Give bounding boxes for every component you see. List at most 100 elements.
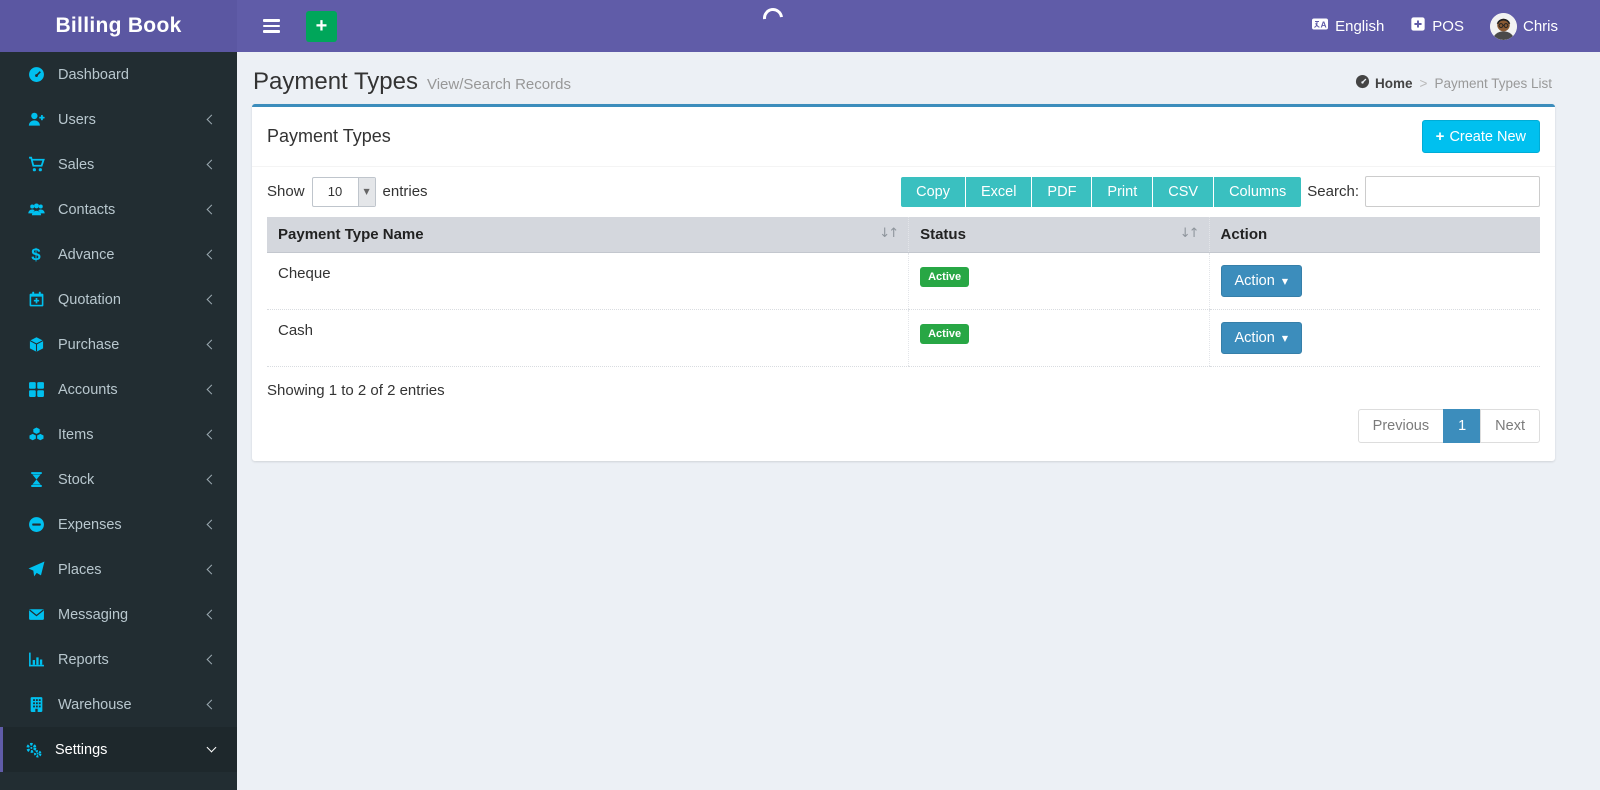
header-status[interactable]: Status ↓↑ <box>908 217 1210 253</box>
chevron-down-icon <box>206 742 217 753</box>
sidebar-item-dashboard[interactable]: Dashboard <box>0 52 237 97</box>
sidebar-item-stock[interactable]: Stock <box>0 457 237 502</box>
main-content: Payment Types View/Search Records Home >… <box>237 52 1600 790</box>
home-dashboard-icon <box>1355 74 1370 92</box>
svg-text:A: A <box>1321 19 1327 29</box>
panel-body: Show 10 ▼ entries Copy Excel PDF Print C… <box>252 167 1555 461</box>
sort-icon: ↓↑ <box>1179 226 1200 241</box>
caret-down-icon: ▼ <box>1281 276 1288 286</box>
header-payment-type-name[interactable]: Payment Type Name ↓↑ <box>267 217 909 253</box>
sidebar-item-places[interactable]: Places <box>0 547 237 592</box>
paper-plane-icon <box>25 561 47 578</box>
cell-action: Action ▼ <box>1208 309 1540 367</box>
next-page-button[interactable]: Next <box>1480 409 1540 443</box>
search-input[interactable] <box>1365 176 1540 207</box>
sidebar-item-expenses[interactable]: Expenses <box>0 502 237 547</box>
page-subtitle: View/Search Records <box>426 76 571 93</box>
users-icon <box>25 201 47 218</box>
page-length-select[interactable]: 10 ▼ <box>311 176 376 207</box>
previous-page-button[interactable]: Previous <box>1357 409 1445 443</box>
sidebar-item-purchase[interactable]: Purchase <box>0 322 237 367</box>
chevron-left-icon <box>206 294 217 305</box>
action-dropdown-button[interactable]: Action ▼ <box>1220 322 1302 354</box>
cell-payment-type-name: Cash <box>267 309 909 367</box>
sidebar-item-messaging[interactable]: Messaging <box>0 592 237 637</box>
header-label: Status <box>920 226 966 243</box>
minus-circle-icon <box>25 516 47 533</box>
sidebar-item-warehouse[interactable]: Warehouse <box>0 682 237 727</box>
quick-add-button[interactable]: + <box>306 10 337 42</box>
chevron-left-icon <box>206 249 217 260</box>
breadcrumb-home-label: Home <box>1375 75 1413 91</box>
print-button[interactable]: Print <box>1091 176 1153 207</box>
chevron-left-icon <box>206 474 217 485</box>
header-label: Payment Type Name <box>278 226 424 243</box>
sidebar-item-label: Reports <box>58 651 109 668</box>
search-label: Search: <box>1307 183 1359 200</box>
table-row: Cash Active Action ▼ <box>267 309 1540 367</box>
show-label: Show <box>267 183 305 200</box>
cell-status: Active <box>908 252 1210 310</box>
page-1-button[interactable]: 1 <box>1443 409 1482 443</box>
csv-button[interactable]: CSV <box>1152 176 1214 207</box>
user-menu[interactable]: Chris <box>1489 12 1558 40</box>
sidebar-item-sales[interactable]: Sales <box>0 142 237 187</box>
chevron-left-icon <box>206 519 217 530</box>
breadcrumb-home-link[interactable]: Home <box>1355 74 1413 92</box>
chevron-left-icon <box>206 339 217 350</box>
chevron-left-icon <box>206 564 217 575</box>
sidebar-item-quotation[interactable]: Quotation <box>0 277 237 322</box>
cell-payment-type-name: Cheque <box>267 252 909 310</box>
columns-button[interactable]: Columns <box>1213 176 1302 207</box>
sidebar-item-contacts[interactable]: Contacts <box>0 187 237 232</box>
cube-icon <box>25 336 47 353</box>
sidebar-item-accounts[interactable]: Accounts <box>0 367 237 412</box>
create-new-button[interactable]: + Create New <box>1421 120 1540 153</box>
plus-square-icon <box>1410 16 1426 36</box>
pagination: Previous 1 Next <box>267 409 1540 443</box>
table-info: Showing 1 to 2 of 2 entries <box>267 382 445 399</box>
panel-header: Payment Types + Create New <box>252 107 1555 167</box>
dollar-icon: $ <box>31 244 41 264</box>
app-root: Billing Book + A English POS Chris Dashb… <box>0 0 1600 790</box>
app-title: Billing Book <box>55 14 182 37</box>
table-controls: Show 10 ▼ entries Copy Excel PDF Print C… <box>267 176 1540 207</box>
sidebar-item-settings[interactable]: Settings <box>0 727 237 772</box>
excel-button[interactable]: Excel <box>964 176 1032 207</box>
status-badge: Active <box>920 267 970 287</box>
sidebar-item-label: Stock <box>58 471 95 488</box>
sidebar-item-advance[interactable]: $ Advance <box>0 232 237 277</box>
sidebar-item-label: Settings <box>55 741 108 758</box>
language-menu[interactable]: A English <box>1311 15 1384 37</box>
sidebar-item-label: Advance <box>58 246 115 263</box>
sidebar-item-label: Expenses <box>58 516 122 533</box>
hourglass-icon <box>25 471 47 488</box>
create-new-label: Create New <box>1449 128 1526 145</box>
pos-label: POS <box>1432 17 1464 35</box>
gears-icon <box>22 741 44 758</box>
action-label: Action <box>1234 330 1275 346</box>
menu-toggle-icon[interactable] <box>251 0 291 52</box>
sidebar-item-items[interactable]: Items <box>0 412 237 457</box>
sidebar-item-label: Messaging <box>58 606 129 623</box>
cart-icon <box>25 156 47 173</box>
pdf-button[interactable]: PDF <box>1031 176 1092 207</box>
content-header: Payment Types View/Search Records Home >… <box>237 52 1600 102</box>
action-dropdown-button[interactable]: Action ▼ <box>1220 265 1302 297</box>
envelope-icon <box>25 606 47 623</box>
sidebar-item-label: Warehouse <box>58 696 132 713</box>
page-length-control: Show 10 ▼ entries <box>267 176 428 207</box>
page-title: Payment Types View/Search Records <box>253 68 571 96</box>
user-plus-icon <box>25 111 47 128</box>
pos-menu[interactable]: POS <box>1410 16 1464 36</box>
sidebar-item-reports[interactable]: Reports <box>0 637 237 682</box>
copy-button[interactable]: Copy <box>901 176 965 207</box>
breadcrumb-separator: > <box>1419 75 1428 91</box>
sidebar-item-users[interactable]: Users <box>0 97 237 142</box>
loading-spinner <box>758 3 788 33</box>
app-logo[interactable]: Billing Book <box>0 0 237 52</box>
chevron-left-icon <box>206 654 217 665</box>
navbar-left: + <box>237 0 337 52</box>
select-caret-icon: ▼ <box>357 177 375 206</box>
sidebar-item-label: Purchase <box>58 336 120 353</box>
